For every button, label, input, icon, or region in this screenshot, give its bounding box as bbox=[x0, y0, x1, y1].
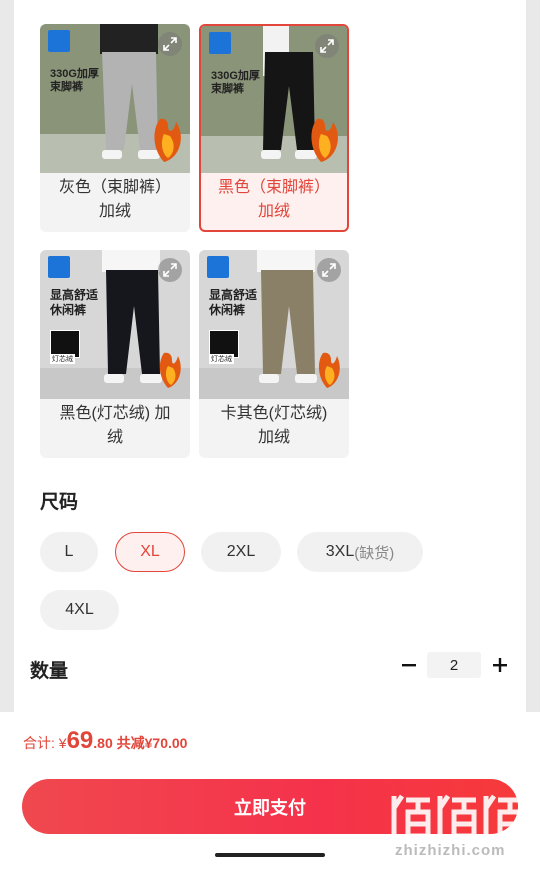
variant-promo-title: 330G加厚 束脚裤 bbox=[211, 70, 260, 95]
size-label: 3XL bbox=[325, 543, 355, 560]
size-option-l[interactable]: L bbox=[40, 532, 98, 572]
price-integer: 69 bbox=[66, 727, 94, 754]
variant-card-khaki-corduroy[interactable]: 显高舒适 休闲裤 灯芯绒 卡其色(灯芯绒) 加绒 bbox=[199, 250, 349, 458]
fabric-label: 灯芯绒 bbox=[209, 354, 234, 364]
variant-card-black-corduroy[interactable]: 显高舒适 休闲裤 灯芯绒 黑色(灯芯绒) 加 绒 bbox=[40, 250, 190, 458]
stock-note: (缺货) bbox=[354, 544, 395, 562]
expand-icon[interactable] bbox=[315, 34, 339, 58]
variant-card-black[interactable]: 330G加厚 束脚裤 黑色（束脚裤） 加绒 bbox=[199, 24, 349, 232]
expand-icon[interactable] bbox=[158, 32, 182, 56]
watermark-text: zhizhizhi.com bbox=[395, 842, 506, 859]
discount-text: 共减¥70.00 bbox=[112, 735, 188, 751]
size-section-title: 尺码 bbox=[40, 492, 79, 513]
size-label: L bbox=[64, 543, 74, 560]
quantity-input[interactable]: 2 bbox=[427, 652, 481, 678]
size-label: XL bbox=[140, 543, 160, 560]
variant-promo-title: 显高舒适 休闲裤 bbox=[209, 288, 258, 317]
quantity-plus-button[interactable] bbox=[490, 655, 510, 675]
quantity-minus-button[interactable] bbox=[399, 655, 419, 675]
variant-caption: 黑色（束脚裤） 加绒 bbox=[217, 179, 330, 220]
fabric-label: 灯芯绒 bbox=[50, 354, 75, 364]
size-label: 4XL bbox=[65, 601, 94, 618]
home-indicator[interactable] bbox=[215, 853, 325, 857]
quantity-label: 数量 bbox=[30, 661, 69, 682]
brand-logo bbox=[48, 256, 70, 278]
variant-card-grey[interactable]: 330G加厚 束脚裤 灰色（束脚裤） 加绒 bbox=[40, 24, 190, 232]
variant-caption: 卡其色(灯芯绒) 加绒 bbox=[220, 405, 328, 446]
size-option-4xl[interactable]: 4XL bbox=[40, 590, 119, 630]
expand-icon[interactable] bbox=[317, 258, 341, 282]
variant-caption: 黑色(灯芯绒) 加 绒 bbox=[59, 405, 171, 446]
currency-symbol: ¥ bbox=[58, 735, 67, 751]
size-label: 2XL bbox=[226, 543, 256, 560]
expand-icon[interactable] bbox=[158, 258, 182, 282]
variant-caption: 灰色（束脚裤） 加绒 bbox=[58, 179, 171, 220]
variant-promo-title: 330G加厚 束脚裤 bbox=[50, 68, 99, 93]
size-option-2xl[interactable]: 2XL bbox=[201, 532, 281, 572]
order-total: 合计: ¥69.80 共减¥70.00 bbox=[23, 727, 187, 755]
variant-grid: 330G加厚 束脚裤 灰色（束脚裤） 加绒 330G加厚 束脚裤 黑色（束脚裤）… bbox=[40, 24, 360, 460]
variant-promo-title: 显高舒适 休闲裤 bbox=[50, 288, 99, 317]
price-decimal: .80 bbox=[93, 735, 113, 751]
brand-logo bbox=[207, 256, 229, 278]
brand-logo bbox=[209, 32, 231, 54]
site-watermark-icon bbox=[388, 790, 533, 847]
size-option-xl[interactable]: XL bbox=[115, 532, 185, 572]
brand-logo bbox=[48, 30, 70, 52]
total-label: 合计: bbox=[23, 735, 59, 751]
size-option-3xl[interactable]: 3XL (缺货) bbox=[297, 532, 423, 572]
